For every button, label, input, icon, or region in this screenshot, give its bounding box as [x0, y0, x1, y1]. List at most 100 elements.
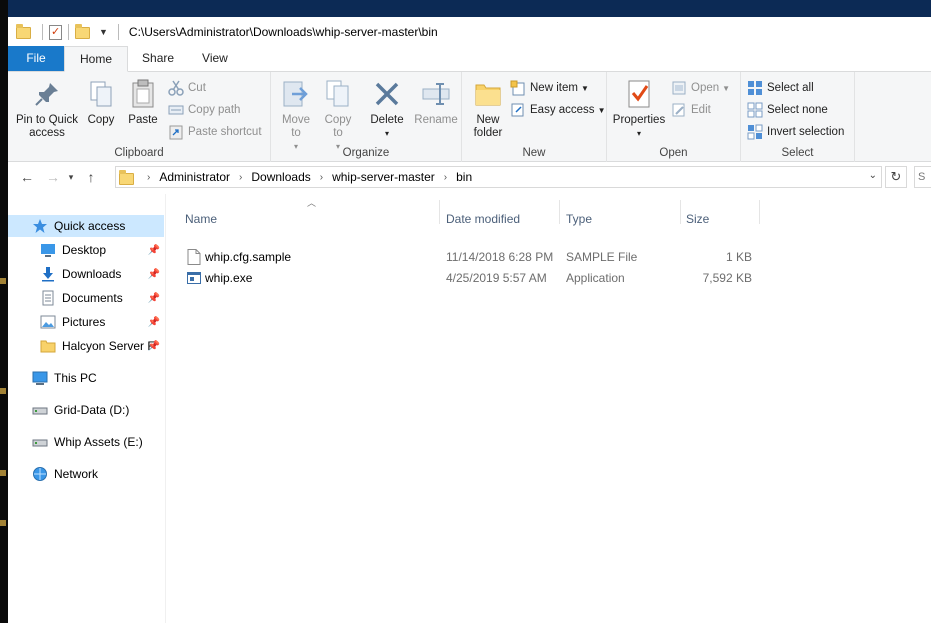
nav-grid-data-drive[interactable]: Grid-Data (D:) [8, 399, 164, 421]
copy-button[interactable]: Copy [84, 78, 118, 127]
new-group: New folder New item ▼ Easy access ▼ New [462, 72, 607, 162]
copy-label: Copy [87, 114, 115, 126]
divider [117, 24, 119, 40]
edit-icon [671, 102, 687, 118]
file-row-whip-cfg-sample[interactable]: whip.cfg.sample 11/14/2018 6:28 PM SAMPL… [183, 247, 763, 268]
delete-button[interactable]: Delete ▾ [366, 78, 408, 140]
properties-quick-icon[interactable] [49, 24, 62, 40]
tab-view[interactable]: View [188, 46, 242, 71]
open-label: Open [691, 82, 720, 94]
easy-access-button[interactable]: Easy access ▼ [510, 100, 605, 120]
nav-this-pc[interactable]: This PC [8, 367, 164, 389]
breadcrumb-whip-server-master[interactable]: whip-server-master [332, 170, 435, 184]
nav-desktop[interactable]: Desktop 📌 [8, 239, 164, 261]
file-name: whip.cfg.sample [205, 250, 292, 264]
paste-shortcut-button[interactable]: Paste shortcut [168, 122, 262, 142]
refresh-icon[interactable]: ↻ [885, 166, 907, 188]
column-divider[interactable] [439, 200, 440, 224]
column-divider[interactable] [759, 200, 760, 224]
file-type: Application [566, 271, 625, 285]
easy-access-icon [510, 102, 526, 118]
select-group: Select all Select none Invert selection … [741, 72, 855, 162]
tab-file[interactable]: File [8, 46, 64, 71]
new-folder-icon [472, 78, 504, 110]
chevron-down-icon: ▼ [722, 83, 731, 93]
column-header-type[interactable]: Type [566, 212, 592, 226]
tab-share[interactable]: Share [128, 46, 188, 71]
nav-whip-assets-drive[interactable]: Whip Assets (E:) [8, 431, 164, 453]
nav-halcyon-server[interactable]: Halcyon Server F 📌 [8, 335, 164, 357]
chevron-right-icon[interactable]: › [147, 172, 150, 183]
invert-selection-icon [747, 124, 763, 140]
pictures-icon [40, 314, 56, 330]
column-divider[interactable] [680, 200, 681, 224]
new-folder-quick-icon[interactable] [75, 24, 90, 40]
new-folder-button[interactable]: New folder [468, 78, 508, 140]
nav-documents[interactable]: Documents 📌 [8, 287, 164, 309]
sort-ascending-icon: ︿ [307, 198, 317, 208]
forward-arrow-icon[interactable]: → [42, 169, 64, 185]
properties-icon [623, 78, 655, 110]
chevron-right-icon[interactable]: › [320, 172, 323, 183]
file-size: 1 KB [725, 250, 752, 264]
window-title: C:\Users\Administrator\Downloads\whip-se… [128, 25, 438, 39]
search-input[interactable]: S [914, 166, 931, 188]
pin-icon[interactable]: 📌 [148, 317, 160, 328]
pin-icon[interactable]: 📌 [148, 293, 160, 304]
properties-button[interactable]: Properties ▾ [611, 78, 667, 140]
column-header-name[interactable]: Name [185, 212, 217, 226]
new-item-button[interactable]: New item ▼ [510, 78, 589, 98]
chevron-down-icon[interactable]: ⌄ [869, 170, 877, 181]
select-none-button[interactable]: Select none [747, 100, 828, 120]
select-none-label: Select none [767, 104, 828, 116]
nav-pictures[interactable]: Pictures 📌 [8, 311, 164, 333]
tab-home[interactable]: Home [64, 46, 129, 72]
nav-halcyon-server-label: Halcyon Server F [62, 339, 155, 353]
download-arrow-icon [40, 266, 56, 282]
back-arrow-icon[interactable]: ← [16, 169, 38, 185]
file-type: SAMPLE File [566, 250, 638, 264]
nav-quick-access-label: Quick access [54, 219, 126, 233]
rename-label: Rename [414, 114, 458, 126]
chevron-right-icon[interactable]: › [239, 172, 242, 183]
organize-group: Move to ▾ Copy to ▾ Delete ▾ Rename Orga… [271, 72, 462, 162]
breadcrumb-administrator[interactable]: Administrator [159, 170, 230, 184]
cut-button[interactable]: Cut [168, 78, 206, 98]
customize-quick-access-dropdown[interactable]: ▼ [99, 27, 108, 37]
navigation-pane: Quick access Desktop 📌 Downloads 📌 Docum… [8, 194, 166, 623]
column-header-date-modified[interactable]: Date modified [446, 212, 520, 226]
column-divider[interactable] [559, 200, 560, 224]
file-row-whip-exe[interactable]: whip.exe 4/25/2019 5:57 AM Application 7… [183, 268, 763, 289]
select-all-button[interactable]: Select all [747, 78, 814, 98]
nav-downloads[interactable]: Downloads 📌 [8, 263, 164, 285]
column-header-size[interactable]: Size [686, 212, 709, 226]
address-bar[interactable]: › Administrator › Downloads › whip-serve… [115, 166, 882, 188]
recent-locations-chevron-icon[interactable]: ▾ [64, 172, 78, 183]
edit-button[interactable]: Edit [671, 100, 711, 120]
pin-quick-access-button[interactable]: Pin to Quick access [12, 78, 82, 140]
pin-icon[interactable]: 📌 [148, 269, 160, 280]
copy-path-button[interactable]: Copy path [168, 100, 240, 120]
invert-selection-label: Invert selection [767, 126, 845, 138]
move-to-button[interactable]: Move to ▾ [279, 78, 313, 153]
file-date-modified: 4/25/2019 5:57 AM [446, 271, 547, 285]
breadcrumb-bin[interactable]: bin [456, 170, 472, 184]
copy-to-button[interactable]: Copy to ▾ [321, 78, 355, 153]
folder-icon[interactable] [16, 24, 31, 40]
divider [42, 24, 43, 40]
paste-shortcut-icon [168, 124, 184, 140]
rename-button[interactable]: Rename [413, 78, 459, 127]
chevron-right-icon[interactable]: › [444, 172, 447, 183]
up-arrow-icon[interactable]: ↑ [80, 169, 102, 185]
paste-button[interactable]: Paste [126, 78, 160, 127]
new-item-label: New item [530, 82, 578, 94]
pin-icon[interactable]: 📌 [148, 341, 160, 352]
open-button[interactable]: Open ▼ [671, 78, 730, 98]
content-area: Quick access Desktop 📌 Downloads 📌 Docum… [8, 194, 931, 623]
nav-quick-access[interactable]: Quick access [8, 215, 164, 237]
invert-selection-button[interactable]: Invert selection [747, 122, 844, 142]
pin-icon[interactable]: 📌 [148, 245, 160, 256]
breadcrumb-downloads[interactable]: Downloads [251, 170, 310, 184]
nav-network[interactable]: Network [8, 463, 164, 485]
file-size: 7,592 KB [702, 271, 752, 285]
